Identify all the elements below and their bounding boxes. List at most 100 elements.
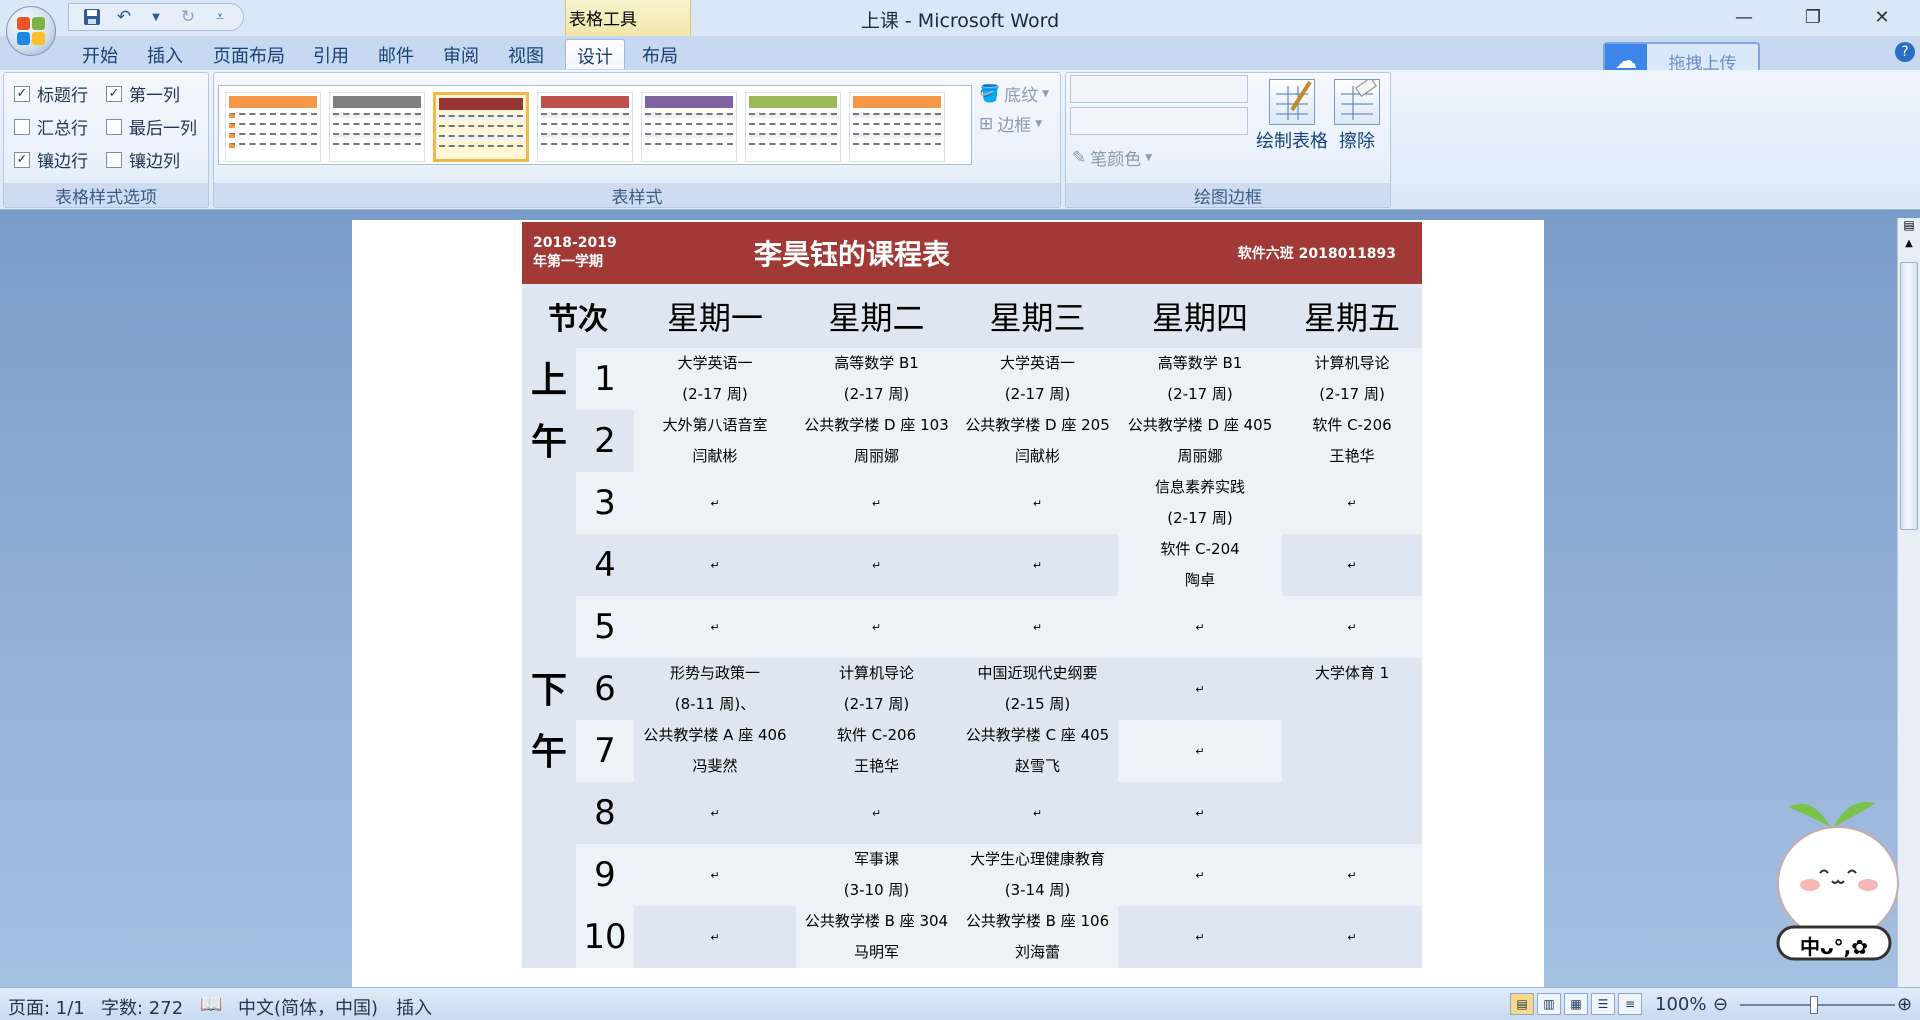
empty-cell[interactable]: ↵ [1282, 596, 1423, 658]
scroll-up-arrow[interactable]: ▲ [1898, 238, 1920, 256]
insert-mode[interactable]: 插入 [396, 994, 432, 1020]
course-timetable[interactable]: 2018-2019 年第一学期 李昊钰的课程表 软件六班 2018011893 … [522, 222, 1423, 968]
restore-button[interactable]: ❐ [1784, 0, 1842, 34]
full-screen-reading-icon[interactable]: ▥ [1537, 993, 1561, 1015]
empty-cell[interactable]: ↵ [1282, 906, 1423, 968]
close-button[interactable]: ✕ [1853, 0, 1911, 34]
empty-cell[interactable]: ↵ [957, 596, 1119, 658]
course-name: 大学生心理健康教育 [970, 850, 1106, 868]
empty-cell[interactable]: ↵ [1118, 782, 1283, 844]
redo-icon[interactable]: ↻ [175, 5, 201, 29]
draw-table-label: 绘制表格 [1256, 131, 1328, 152]
tab-page-layout[interactable]: 页面布局 [205, 39, 293, 69]
course-cell[interactable]: 大学体育 1 [1282, 658, 1423, 844]
draw-table-button[interactable]: 绘制表格 [1254, 79, 1330, 153]
empty-cell[interactable]: ↵ [1118, 658, 1283, 720]
office-button[interactable] [6, 6, 56, 56]
empty-cell[interactable]: ↵ [796, 596, 957, 658]
zoom-in-icon[interactable]: ⊕ [1897, 994, 1912, 1015]
empty-cell[interactable]: ↵ [796, 472, 957, 534]
table-style-thumbnail[interactable] [641, 92, 737, 162]
minimize-button[interactable]: — [1715, 0, 1773, 34]
zoom-slider-thumb[interactable] [1810, 996, 1818, 1014]
total-row-checkbox[interactable]: 汇总行 [14, 114, 88, 139]
language-status[interactable]: 中文(简体，中国) [238, 994, 378, 1020]
course-cell[interactable]: 高等数学 B1 (2-17 周) 公共教学楼 D 座 405 周丽娜 [1118, 348, 1283, 472]
empty-cell[interactable]: ↵ [1282, 534, 1423, 596]
paint-bucket-icon: 🪣 [979, 83, 1001, 104]
word-count[interactable]: 字数: 272 [101, 994, 183, 1020]
tab-mailings[interactable]: 邮件 [370, 39, 422, 69]
empty-cell[interactable]: ↵ [634, 782, 796, 844]
zoom-out-icon[interactable]: ⊖ [1713, 994, 1728, 1015]
course-cell[interactable]: 大学英语一 (2-17 周) 公共教学楼 D 座 205 闫献彬 [957, 348, 1119, 472]
outline-view-icon[interactable]: ☰ [1591, 993, 1615, 1015]
tab-design[interactable]: 设计 [565, 39, 625, 69]
banded-rows-checkbox[interactable]: ✓ 镶边行 [14, 147, 88, 172]
table-style-thumbnail[interactable] [225, 92, 321, 162]
shading-button[interactable]: 🪣 底纹 ▼ [979, 81, 1049, 107]
tab-view[interactable]: 视图 [500, 39, 552, 69]
help-icon[interactable]: ? [1895, 42, 1915, 62]
pen-color-button[interactable]: ✎ 笔颜色 ▼ [1072, 145, 1152, 171]
tab-insert[interactable]: 插入 [135, 39, 195, 69]
empty-cell[interactable]: ↵ [796, 782, 957, 844]
table-style-thumbnail[interactable] [329, 92, 425, 162]
empty-cell[interactable]: ↵ [1118, 720, 1283, 782]
course-cell[interactable]: 信息素养实践 (2-17 周) 软件 C-204 陶卓 [1118, 472, 1283, 596]
header-row-checkbox[interactable]: ✓ 标题行 [14, 81, 88, 106]
ime-status[interactable]: 中ᴗ°,✿ [1782, 931, 1886, 960]
tab-home[interactable]: 开始 [70, 39, 130, 69]
course-cell[interactable]: 大学英语一 (2-17 周) 大外第八语音室 闫献彬 [634, 348, 796, 472]
table-style-thumbnail[interactable] [849, 92, 945, 162]
tab-review[interactable]: 审阅 [435, 39, 487, 69]
empty-cell[interactable]: ↵ [1282, 472, 1423, 534]
print-layout-view-icon[interactable]: ▤ [1510, 993, 1534, 1015]
borders-button[interactable]: ⊞ 边框 ▼ [979, 111, 1042, 137]
scroll-thumb[interactable] [1900, 262, 1918, 530]
zoom-level[interactable]: 100% [1655, 994, 1706, 1015]
empty-cell[interactable]: ↵ [1118, 844, 1283, 906]
empty-cell[interactable]: ↵ [634, 472, 796, 534]
save-icon[interactable] [79, 5, 105, 29]
tab-layout[interactable]: 布局 [630, 39, 690, 69]
empty-cell[interactable]: ↵ [634, 906, 796, 968]
course-cell[interactable]: 大学生心理健康教育 (3-14 周) 公共教学楼 B 座 106 刘海蕾 [957, 844, 1119, 968]
line-weight-dropdown[interactable] [1070, 107, 1248, 135]
course-cell[interactable]: 计算机导论 (2-17 周) 软件 C-206 王艳华 [1282, 348, 1423, 472]
undo-icon[interactable]: ↶ [111, 5, 137, 29]
course-cell[interactable]: 形势与政策一 (8-11 周)、 公共教学楼 A 座 406 冯斐然 [634, 658, 796, 782]
thumbnail-header [645, 96, 733, 108]
empty-cell[interactable]: ↵ [634, 844, 796, 906]
course-cell[interactable]: 高等数学 B1 (2-17 周) 公共教学楼 D 座 103 周丽娜 [796, 348, 957, 472]
dropdown-arrow-icon[interactable]: ▼ [143, 5, 169, 29]
empty-cell[interactable]: ↵ [957, 472, 1119, 534]
table-style-thumbnail[interactable] [537, 92, 633, 162]
empty-cell[interactable]: ↵ [957, 782, 1119, 844]
course-cell[interactable]: 计算机导论 (2-17 周) 软件 C-206 王艳华 [796, 658, 957, 782]
empty-cell[interactable]: ↵ [796, 534, 957, 596]
table-style-thumbnail[interactable] [433, 92, 529, 162]
first-column-checkbox[interactable]: ✓ 第一列 [106, 81, 180, 106]
eraser-button[interactable]: 擦除 [1332, 77, 1382, 153]
empty-cell[interactable]: ↵ [634, 534, 796, 596]
last-column-checkbox[interactable]: 最后一列 [106, 114, 197, 139]
empty-cell[interactable]: ↵ [1118, 596, 1283, 658]
ruler-toggle-icon[interactable]: ▤ [1898, 218, 1920, 238]
line-style-dropdown[interactable] [1070, 75, 1248, 103]
banded-columns-checkbox[interactable]: 镶边列 [106, 147, 180, 172]
course-weeks: (3-10 周) [843, 881, 910, 899]
empty-cell[interactable]: ↵ [957, 534, 1119, 596]
proofing-icon[interactable]: 📖 [200, 994, 222, 1015]
tab-references[interactable]: 引用 [305, 39, 357, 69]
table-style-thumbnail[interactable] [745, 92, 841, 162]
page-count[interactable]: 页面: 1/1 [8, 994, 85, 1020]
empty-cell[interactable]: ↵ [1282, 844, 1423, 906]
draft-view-icon[interactable]: ≡ [1618, 993, 1642, 1015]
course-cell[interactable]: 中国近现代史纲要 (2-15 周) 公共教学楼 C 座 405 赵雪飞 [957, 658, 1119, 782]
empty-cell[interactable]: ↵ [1118, 906, 1283, 968]
web-layout-icon[interactable]: ▦ [1564, 993, 1588, 1015]
empty-cell[interactable]: ↵ [634, 596, 796, 658]
course-cell[interactable]: 军事课 (3-10 周) 公共教学楼 B 座 304 马明军 [796, 844, 957, 968]
customize-icon[interactable]: ⩡ [207, 5, 233, 29]
